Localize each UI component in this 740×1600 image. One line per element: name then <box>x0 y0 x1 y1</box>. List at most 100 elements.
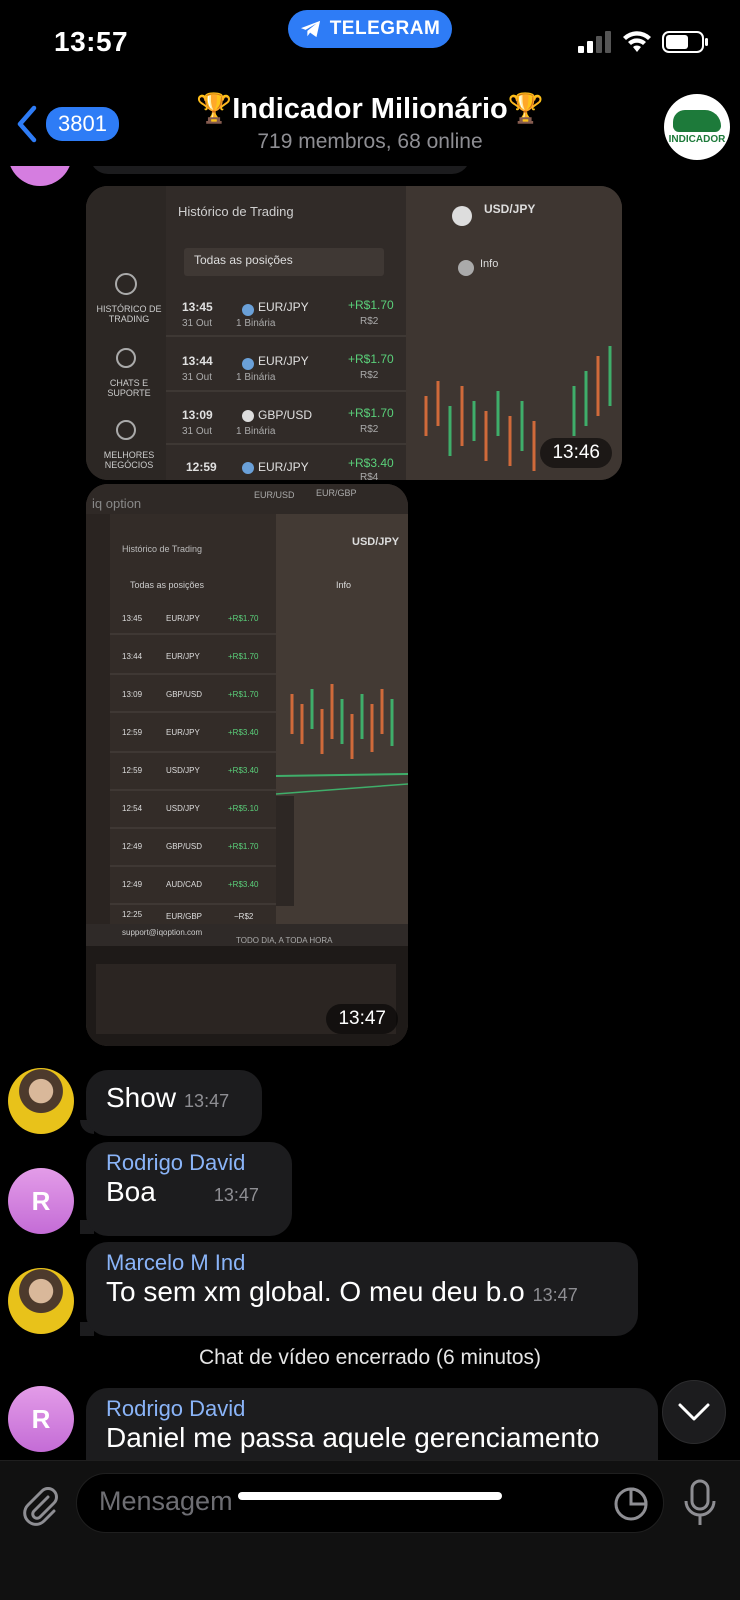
message-bubble[interactable]: Show 13:47 <box>86 1070 262 1136</box>
home-indicator[interactable] <box>238 1492 502 1500</box>
trade-profit: +R$3.40 <box>228 766 259 775</box>
side-menu-item: MELHORES NEGÓCIOS <box>103 450 155 470</box>
chat-title-area[interactable]: 🏆Indicador Milionário🏆 719 membros, 68 o… <box>150 92 590 154</box>
trade-profit: +R$3.40 <box>228 728 259 737</box>
trade-profit: +R$1.70 <box>228 614 259 623</box>
trade-pair: EUR/JPY <box>258 460 309 474</box>
sender-name[interactable]: Rodrigo David <box>106 1150 274 1176</box>
message-field[interactable] <box>76 1473 664 1533</box>
scroll-to-bottom-button[interactable] <box>662 1380 726 1444</box>
avatar[interactable]: R <box>8 1386 74 1452</box>
sticker-icon[interactable] <box>613 1486 649 1522</box>
trade-pair: EUR/JPY <box>166 652 200 661</box>
message-bubble[interactable]: Rodrigo David Daniel me passa aquele ger… <box>86 1388 658 1460</box>
group-avatar-text: INDICADOR <box>668 133 726 145</box>
market-tab: EUR/GBP <box>316 488 357 498</box>
message-input-bar <box>0 1460 740 1600</box>
trade-stake: R$4 <box>360 472 379 480</box>
trade-pair: GBP/USD <box>166 690 203 699</box>
sender-name[interactable]: Rodrigo David <box>106 1396 640 1422</box>
status-icons <box>578 30 710 54</box>
message-time: 13:47 <box>532 1285 578 1305</box>
footer-tagline: TODO DIA, A TODA HORA <box>236 936 333 945</box>
info-label: Info <box>480 258 499 270</box>
trade-profit: +R$5.10 <box>228 804 259 813</box>
trade-pair: GBP/USD <box>166 842 203 851</box>
trade-time: 13:45 <box>122 614 143 623</box>
trade-pair: EUR/GBP <box>166 912 203 921</box>
trade-pair: GBP/USD <box>258 408 313 422</box>
photo-message[interactable]: iq option EUR/USD EUR/GBP Histórico de T… <box>86 484 408 1046</box>
message-text: Daniel me passa aquele gerenciamento <box>106 1422 600 1453</box>
trade-profit: −R$2 <box>234 912 254 921</box>
avatar[interactable] <box>8 1268 74 1334</box>
signal-icon <box>578 31 611 53</box>
wifi-icon <box>623 31 651 52</box>
side-menu-item: CHATS E SUPORTE <box>107 378 151 398</box>
trade-time: 12:59 <box>122 728 143 737</box>
trade-time: 12:59 <box>122 766 143 775</box>
trade-time: 12:49 <box>122 842 143 851</box>
panel-title: Histórico de Trading <box>122 544 203 554</box>
trade-kind: 1 Binária <box>236 372 276 383</box>
service-message: Chat de vídeo encerrado (6 minutos) <box>198 1346 542 1369</box>
unread-count-badge: 3801 <box>46 107 119 141</box>
paperclip-icon[interactable] <box>18 1483 62 1527</box>
trade-profit: +R$1.70 <box>228 690 259 699</box>
trade-pair: USD/JPY <box>166 804 200 813</box>
brand-label: iq option <box>92 496 142 511</box>
trading-screenshot-image <box>86 186 622 480</box>
trade-pair: EUR/JPY <box>166 728 200 737</box>
message-time: 13:47 <box>213 1185 259 1205</box>
trade-time: 13:45 <box>182 300 213 314</box>
filter-dropdown: Todas as posições <box>130 580 205 590</box>
message-list[interactable]: Histórico de Trading Todas as posições U… <box>0 166 740 1460</box>
chevron-left-icon <box>17 105 37 143</box>
trade-profit: +R$1.70 <box>228 652 259 661</box>
trade-pair: EUR/JPY <box>258 300 309 314</box>
trade-pair: EUR/JPY <box>258 354 309 368</box>
filter-dropdown: Todas as posições <box>194 253 293 267</box>
message-text: To sem xm global. O meu deu b.o <box>106 1276 525 1307</box>
trade-date: 31 Out <box>182 372 213 383</box>
bull-logo-icon <box>673 109 721 132</box>
trade-stake: R$2 <box>360 370 379 381</box>
trade-time: 13:44 <box>182 354 213 368</box>
avatar[interactable] <box>8 166 72 186</box>
avatar-letter: R <box>31 1185 51 1216</box>
trade-time: 12:49 <box>122 880 143 889</box>
market-tab: EUR/USD <box>254 490 295 500</box>
avatar[interactable] <box>8 1068 74 1134</box>
trade-stake: R$2 <box>360 316 379 327</box>
trade-profit: +R$1.70 <box>228 842 259 851</box>
trading-screenshot-image <box>86 484 408 1046</box>
microphone-icon[interactable] <box>682 1479 718 1527</box>
battery-icon <box>662 31 708 53</box>
trade-stake: R$2 <box>360 424 379 435</box>
status-time: 13:57 <box>54 26 129 57</box>
message-bubble[interactable]: Rodrigo David Boa 13:47 <box>86 1142 292 1236</box>
photo-timestamp: 13:46 <box>540 438 612 468</box>
message-time: 13:47 <box>184 1091 230 1111</box>
group-avatar[interactable]: INDICADOR <box>664 94 730 160</box>
photo-message[interactable]: Histórico de Trading Todas as posições U… <box>86 186 622 480</box>
message-bubble[interactable]: Marcelo M Ind To sem xm global. O meu de… <box>86 1242 638 1336</box>
chat-title: 🏆Indicador Milionário🏆 <box>196 93 544 125</box>
message-text: Boa <box>106 1176 156 1207</box>
sender-name[interactable]: Marcelo M Ind <box>106 1250 620 1276</box>
trade-pair: USD/JPY <box>166 766 200 775</box>
support-email: support@iqoption.com <box>122 928 203 937</box>
avatar-letter: R <box>31 1403 51 1434</box>
message-bubble[interactable] <box>90 166 470 174</box>
trade-time: 13:09 <box>122 690 143 699</box>
avatar[interactable]: R <box>8 1168 74 1234</box>
trade-pair: EUR/JPY <box>166 614 200 623</box>
chevron-down-icon <box>678 1403 710 1421</box>
telegram-return-pill[interactable]: TELEGRAM <box>288 10 452 48</box>
message-input[interactable] <box>99 1486 579 1517</box>
message-text: Show <box>106 1082 177 1113</box>
trade-time: 13:44 <box>122 652 143 661</box>
trade-profit: +R$3.40 <box>348 456 394 470</box>
trade-time: 12:59 <box>186 460 217 474</box>
back-button[interactable]: 3801 <box>14 104 119 144</box>
